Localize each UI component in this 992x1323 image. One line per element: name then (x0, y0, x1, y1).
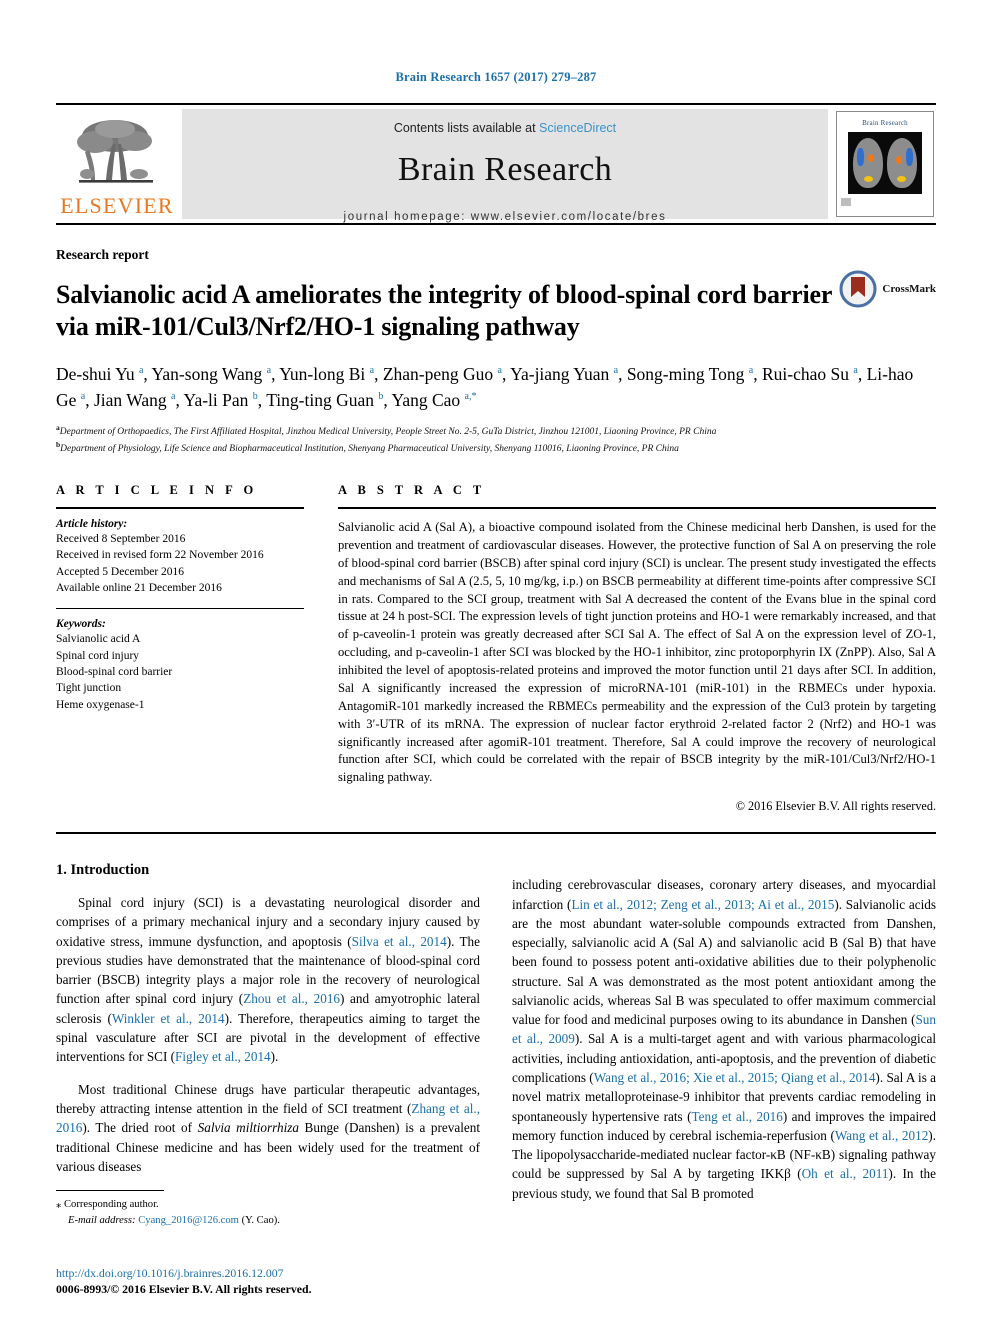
affiliation-a-text: Department of Orthopaedics, The First Af… (59, 427, 717, 438)
citation-link[interactable]: Wang et al., 2016; Xie et al., 2015; Qia… (594, 1070, 876, 1085)
footnote-email-line: E-mail address: Cyang_2016@126.com (Y. C… (56, 1213, 480, 1229)
info-abstract-section: A R T I C L E I N F O Article history: R… (56, 483, 936, 814)
citation-link[interactable]: Sun et al., 2009 (512, 1012, 936, 1046)
corresponding-email-link[interactable]: Cyang_2016@126.com (138, 1215, 239, 1226)
citation-link[interactable]: Figley et al., 2014 (175, 1049, 271, 1064)
section-heading-introduction: 1. Introduction (56, 862, 150, 879)
info-rule-middle (56, 608, 304, 610)
contents-prefix: Contents lists available at (393, 121, 540, 135)
keyword-item: Salvianolic acid A (56, 633, 141, 646)
elsevier-tree-icon (77, 119, 153, 183)
article-history-group: Article history: Received 8 September 20… (56, 518, 304, 596)
keywords-group: Keywords: Salvianolic acid A Spinal cord… (56, 618, 304, 713)
keywords-label: Keywords: (56, 618, 106, 631)
author-list: De-shui Yu a, Yan-song Wang a, Yun-long … (56, 364, 914, 410)
keyword-item: Heme oxygenase-1 (56, 698, 145, 711)
keyword-item: Tight junction (56, 682, 122, 695)
keyword-item: Blood-spinal cord barrier (56, 666, 173, 678)
history-item: Available online 21 December 2016 (56, 582, 222, 595)
article-title: Salvianolic acid A ameliorates the integ… (56, 280, 832, 341)
citation-link[interactable]: Teng et al., 2016 (691, 1109, 782, 1124)
cover-brain-image (848, 132, 922, 194)
journal-cover-thumbnail: Brain Research (836, 111, 934, 217)
crossmark-label: CrossMark (882, 283, 936, 295)
citation-link[interactable]: Oh et al., 2011 (802, 1166, 889, 1181)
masthead-center: Contents lists available at ScienceDirec… (182, 109, 828, 223)
citation-link[interactable]: Silva et al., 2014 (352, 934, 447, 949)
article-info-column: A R T I C L E I N F O Article history: R… (56, 483, 304, 814)
article-header: Research report CrossMark Salvianolic ac… (56, 247, 936, 457)
footnote-marker: ⁎ (56, 1199, 62, 1211)
citation-link[interactable]: Winkler et al., 2014 (112, 1011, 225, 1026)
abstract-column: A B S T R A C T Salvianolic acid A (Sal … (338, 483, 936, 814)
journal-homepage-line[interactable]: journal homepage: www.elsevier.com/locat… (344, 211, 667, 223)
page-footer: http://dx.doi.org/10.1016/j.brainres.201… (56, 1266, 496, 1297)
running-head: Brain Research 1657 (2017) 279–287 (395, 70, 597, 84)
abstract-rule-top (338, 507, 936, 510)
abstract-copyright: © 2016 Elsevier B.V. All rights reserved… (735, 799, 936, 814)
contents-available-line: Contents lists available at ScienceDirec… (394, 121, 616, 135)
body-column-right: including cerebrovascular diseases, coro… (512, 862, 936, 1229)
affiliation-b-text: Department of Physiology, Life Science a… (60, 444, 679, 455)
affiliation-a: aDepartment of Orthopaedics, The First A… (56, 423, 936, 440)
intro-paragraph: Spinal cord injury (SCI) is a devastatin… (56, 895, 481, 1065)
history-item: Accepted 5 December 2016 (56, 565, 185, 578)
elsevier-logo: ELSEVIER (56, 105, 178, 223)
abstract-text: Salvianolic acid A (Sal A), a bioactive … (338, 520, 936, 785)
citation-link[interactable]: Zhou et al., 2016 (243, 991, 340, 1006)
crossmark-badge[interactable]: CrossMark (838, 269, 936, 309)
email-address-label: E-mail address: (68, 1214, 136, 1226)
intro-paragraph: Most traditional Chinese drugs have part… (56, 1081, 480, 1174)
keyword-item: Spinal cord injury (56, 649, 140, 662)
doi-link[interactable]: http://dx.doi.org/10.1016/j.brainres.201… (56, 1266, 496, 1281)
abstract-rule-bottom (56, 832, 936, 835)
article-info-heading: A R T I C L E I N F O (56, 483, 258, 498)
body-column-left: 1. Introduction Spinal cord injury (SCI)… (56, 862, 480, 1229)
article-history-label: Article history: (56, 518, 128, 531)
elsevier-wordmark: ELSEVIER (60, 192, 174, 218)
journal-article-page: Brain Research 1657 (2017) 279–287 ELSEV… (0, 0, 992, 1323)
cover-title: Brain Research (862, 119, 908, 127)
footnote-corresponding-text: Corresponding author. (63, 1199, 159, 1211)
crossmark-icon (839, 270, 877, 308)
affiliation-list: aDepartment of Orthopaedics, The First A… (56, 423, 936, 457)
corresponding-email-suffix: (Y. Cao). (241, 1214, 280, 1226)
affiliation-b: bDepartment of Physiology, Life Science … (56, 440, 936, 457)
sciencedirect-link[interactable]: ScienceDirect (539, 121, 616, 135)
cover-publisher-mark (841, 198, 851, 206)
citation-link[interactable]: Lin et al., 2012; Zeng et al., 2013; Ai … (571, 897, 834, 912)
history-item: Received in revised form 22 November 201… (56, 549, 264, 562)
abstract-heading: A B S T R A C T (338, 483, 486, 498)
citation-link[interactable]: Wang et al., 2012 (835, 1128, 928, 1143)
footnote-zone: ⁎ Corresponding author. E-mail address: … (56, 1190, 480, 1229)
intro-paragraph: including cerebrovascular diseases, coro… (512, 877, 937, 1201)
history-item: Received 8 September 2016 (56, 533, 186, 546)
info-rule-top (56, 507, 304, 510)
footnote-rule (56, 1190, 164, 1192)
corresponding-author-footnote: ⁎ Corresponding author. E-mail address: … (56, 1197, 480, 1229)
journal-title: Brain Research (397, 151, 613, 188)
journal-masthead: ELSEVIER Contents lists available at Sci… (56, 103, 936, 225)
article-type-label: Research report (56, 247, 149, 262)
issn-copyright-line: 0006-8993/© 2016 Elsevier B.V. All right… (56, 1282, 312, 1296)
article-body: 1. Introduction Spinal cord injury (SCI)… (56, 862, 936, 1229)
